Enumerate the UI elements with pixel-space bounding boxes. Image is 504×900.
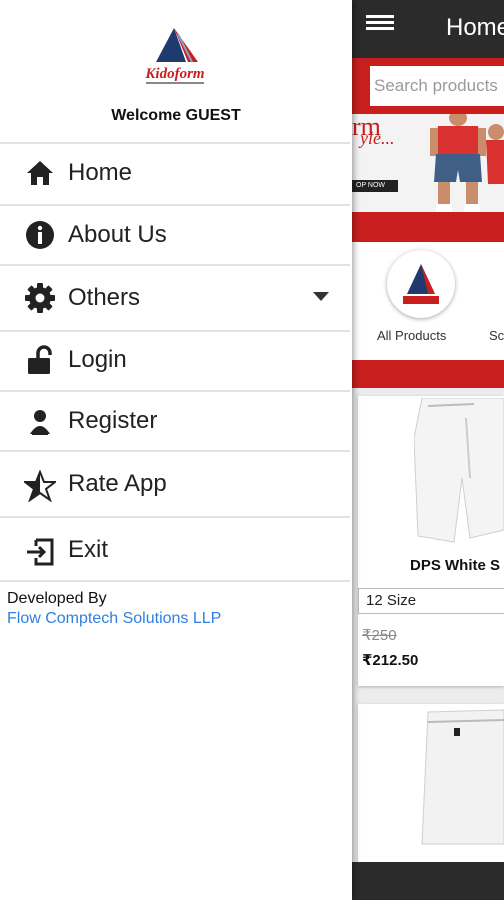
promo-banner[interactable]: rm yle... OP NOW [352, 114, 504, 212]
drawer-item-others[interactable]: Others [0, 264, 350, 330]
unlock-icon [28, 345, 52, 374]
person-icon [30, 410, 50, 435]
product-card[interactable] [358, 704, 504, 864]
category-label[interactable]: Sc [489, 328, 504, 343]
kidoform-logo-icon [403, 264, 439, 304]
drawer-item-label: Others [68, 284, 141, 311]
banner-model-image [430, 114, 504, 212]
section-divider [352, 212, 504, 242]
drawer-item-home[interactable]: Home [0, 142, 350, 202]
drawer-item-login[interactable]: Login [0, 330, 350, 390]
drawer-item-rate-app[interactable]: Rate App [0, 450, 350, 516]
product-image [421, 709, 504, 845]
drawer-item-exit[interactable]: Exit [0, 516, 350, 582]
drawer-item-label: Exit [68, 536, 109, 563]
banner-shop-button[interactable]: OP NOW [352, 180, 398, 192]
info-icon [26, 221, 54, 249]
product-image [414, 398, 504, 543]
product-price-old: ₹250 [362, 627, 397, 644]
exit-icon [27, 538, 54, 566]
category-label[interactable]: All Products [377, 328, 446, 343]
gear-icon [25, 283, 55, 313]
hamburger-menu-icon[interactable] [366, 12, 394, 36]
navigation-drawer: Kidoform Welcome GUEST Home About Us Oth… [0, 0, 352, 900]
banner-text-line2: yle... [360, 128, 395, 148]
home-icon [27, 161, 53, 185]
svg-text:Kidoform: Kidoform [144, 66, 204, 82]
chevron-down-icon[interactable] [313, 292, 329, 301]
drawer-item-label: Home [68, 159, 133, 186]
developer-link[interactable]: Flow Comptech Solutions LLP [7, 610, 221, 628]
brand-logo: Kidoform [138, 26, 212, 95]
drawer-item-label: Login [68, 346, 127, 373]
page-title: Home [446, 14, 504, 41]
welcome-text: Welcome GUEST [111, 107, 241, 124]
developed-by-label: Developed By [7, 590, 107, 607]
drawer-item-label: Register [68, 407, 158, 434]
bottom-bar [352, 862, 504, 900]
category-all-products-logo[interactable] [387, 250, 455, 318]
star-half-icon [24, 470, 56, 502]
drawer-item-label: About Us [68, 221, 167, 248]
drawer-item-label: Rate App [68, 470, 167, 497]
search-input[interactable] [370, 66, 504, 106]
drawer-item-about-us[interactable]: About Us [0, 204, 350, 264]
product-price-new: ₹212.50 [362, 652, 419, 669]
drawer-item-register[interactable]: Register [0, 390, 350, 450]
product-name: DPS White S [410, 557, 501, 574]
size-select[interactable]: 12 Size [358, 588, 504, 614]
kidoform-logo-icon: Kidoform [144, 28, 205, 84]
section-divider [352, 360, 504, 388]
